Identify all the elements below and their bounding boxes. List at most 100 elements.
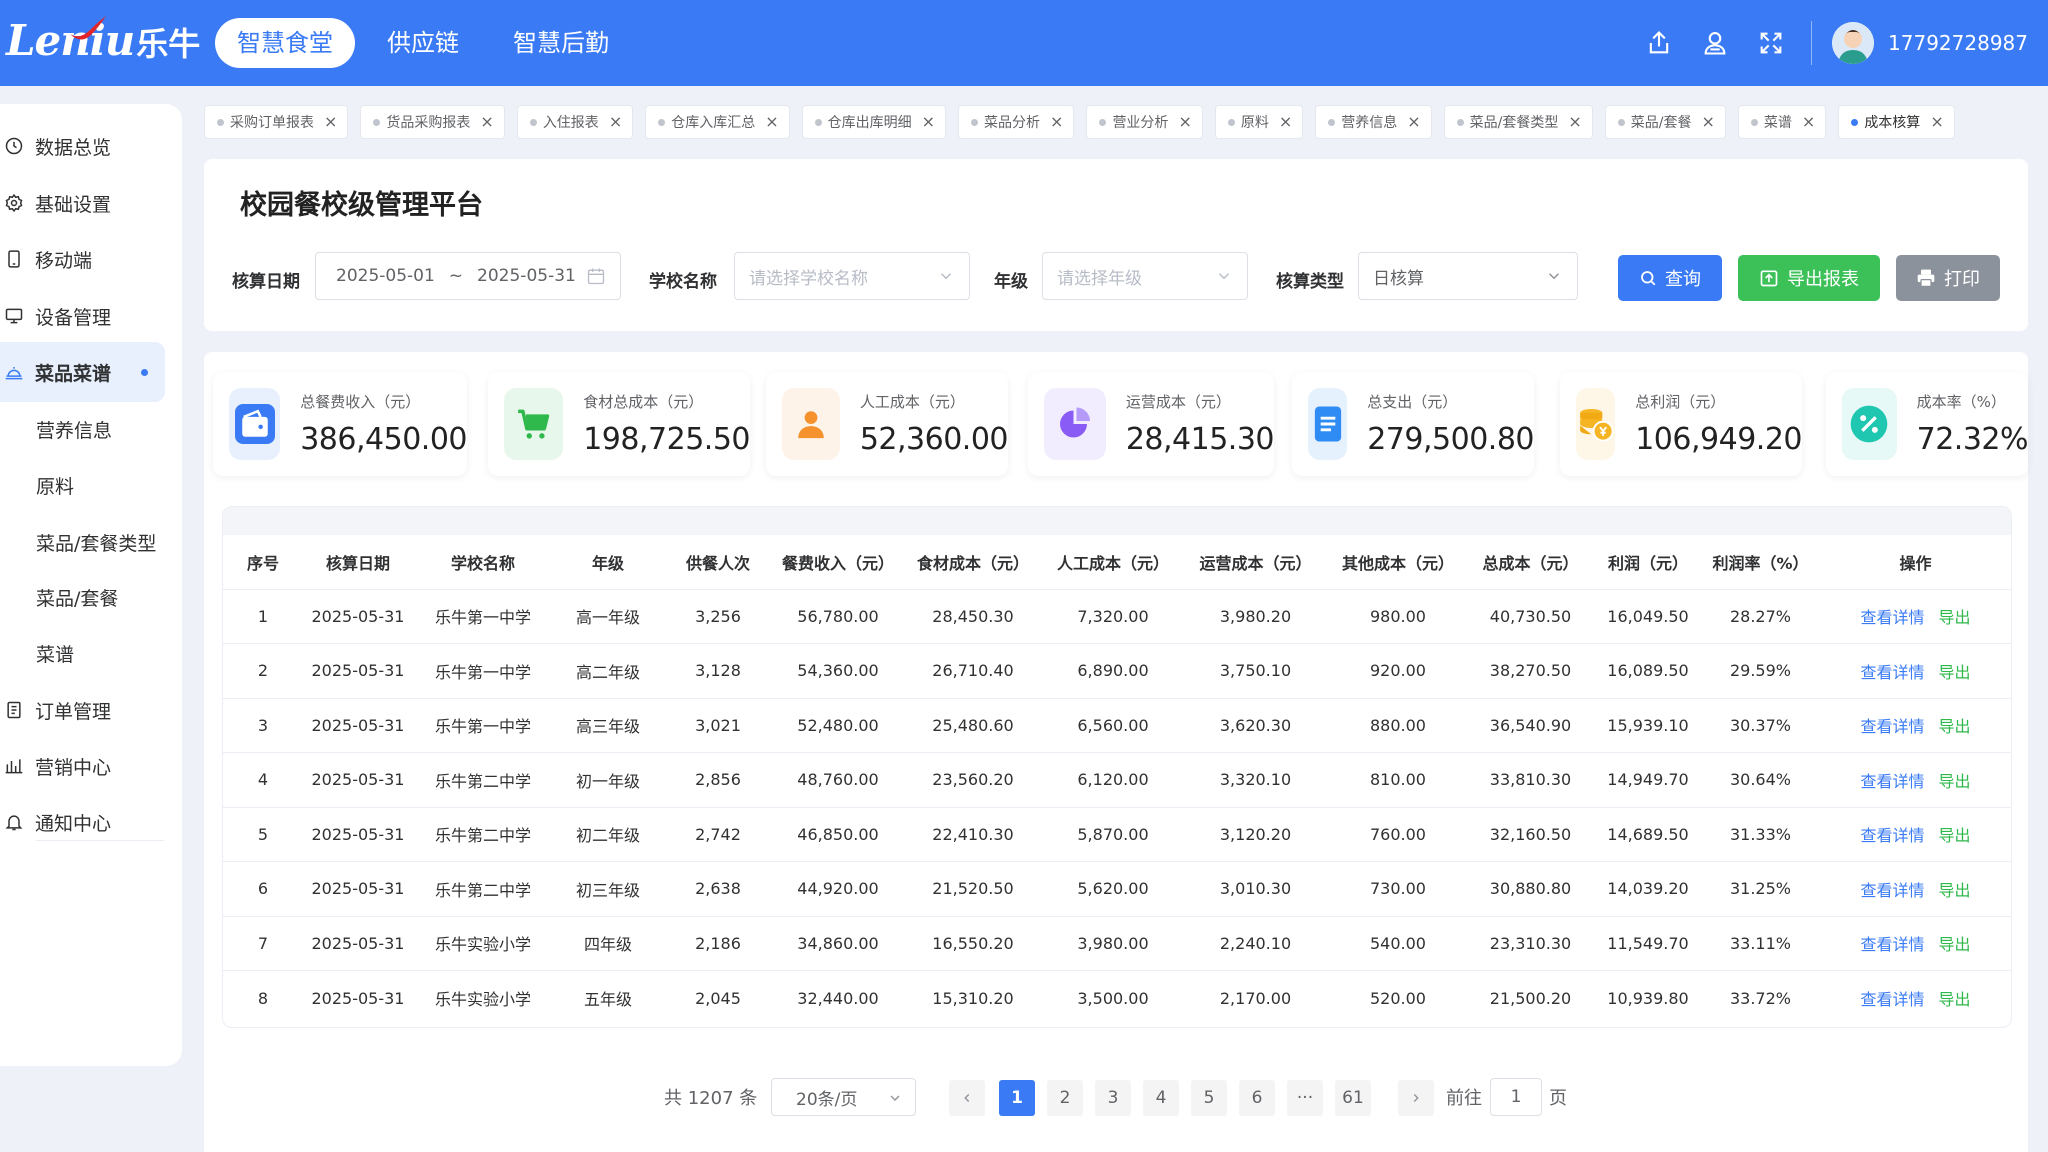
export-report-button[interactable]: 导出报表 — [1738, 255, 1880, 301]
close-icon[interactable]: × — [1050, 114, 1063, 130]
tab-item[interactable]: 仓库入库汇总 × — [645, 105, 790, 139]
goto-unit: 页 — [1549, 1088, 1567, 1109]
sidebar-item[interactable]: 通知中心 — [0, 792, 182, 852]
sidebar-item[interactable]: 移动端 — [0, 229, 182, 289]
view-detail-link[interactable]: 查看详情 — [1860, 663, 1924, 682]
sidebar-item[interactable]: 设备管理 — [0, 286, 182, 346]
school-select[interactable]: 请选择学校名称 — [734, 252, 970, 300]
close-icon[interactable]: × — [1930, 114, 1943, 130]
user-icon[interactable] — [1687, 15, 1743, 71]
export-row-link[interactable]: 导出 — [1939, 826, 1971, 845]
page-number-button[interactable]: 6 — [1239, 1080, 1275, 1116]
export-row-link[interactable]: 导出 — [1939, 772, 1971, 791]
close-icon[interactable]: × — [1407, 114, 1420, 130]
goto-label: 前往 — [1446, 1088, 1482, 1109]
table-cell: 2025-05-31 — [303, 861, 413, 917]
pagination: 共 1207 条 20条/页 1 2 3 4 5 6 ··· 61 前往 1 页 — [204, 1076, 2028, 1118]
sidebar-item[interactable]: 菜谱 — [0, 623, 182, 683]
date-start[interactable]: 2025-05-01 — [336, 266, 435, 286]
page-number-button[interactable]: 2 — [1047, 1080, 1083, 1116]
fullscreen-icon[interactable] — [1743, 15, 1799, 71]
view-detail-link[interactable]: 查看详情 — [1860, 990, 1924, 1009]
topnav-item[interactable]: 供应链 — [365, 18, 481, 68]
tab-item[interactable]: 仓库出库明细 × — [801, 105, 947, 139]
sidebar-item[interactable]: 菜品菜谱 — [0, 342, 165, 402]
close-icon[interactable]: × — [922, 114, 935, 130]
avatar[interactable] — [1832, 22, 1875, 64]
sidebar-item[interactable]: 菜品/套餐类型 — [0, 512, 182, 572]
export-row-link[interactable]: 导出 — [1939, 881, 1971, 900]
sidebar-item[interactable]: 数据总览 — [0, 116, 182, 176]
table-cell: 31.33% — [1703, 807, 1818, 862]
view-detail-link[interactable]: 查看详情 — [1860, 608, 1924, 627]
topnav-item[interactable]: 智慧食堂 — [215, 18, 355, 68]
close-icon[interactable]: × — [765, 114, 778, 130]
tab-item[interactable]: 菜品/套餐类型 × — [1443, 105, 1593, 139]
sidebar-item[interactable]: 营养信息 — [0, 399, 182, 459]
tab-item[interactable]: 营养信息 × — [1315, 105, 1432, 139]
export-row-link[interactable]: 导出 — [1939, 717, 1971, 736]
view-detail-link[interactable]: 查看详情 — [1860, 717, 1924, 736]
close-icon[interactable]: × — [609, 114, 622, 130]
close-icon[interactable]: × — [1802, 114, 1815, 130]
type-select[interactable]: 日核算 — [1358, 252, 1578, 300]
table-cell: 2025-05-31 — [303, 589, 413, 644]
date-end[interactable]: 2025-05-31 — [477, 266, 576, 286]
view-detail-link[interactable]: 查看详情 — [1860, 935, 1924, 954]
page-size-select[interactable]: 20条/页 — [771, 1078, 916, 1116]
sidebar-item[interactable]: 营销中心 — [0, 736, 182, 796]
tab-item[interactable]: 营业分析 × — [1086, 105, 1203, 139]
export-row-link[interactable]: 导出 — [1939, 663, 1971, 682]
print-button[interactable]: 打印 — [1896, 255, 2000, 301]
tab-item[interactable]: 菜品分析 × — [958, 105, 1075, 139]
table-cell: 3,128 — [663, 643, 773, 699]
close-icon[interactable]: × — [324, 114, 337, 130]
table-body: 1 2025-05-31 乐牛第一中学 高一年级 3,256 56,780.00 28,45… — [223, 589, 2011, 1025]
close-icon[interactable]: × — [480, 114, 493, 130]
page-number-button[interactable]: 1 — [999, 1080, 1035, 1116]
page-number-button[interactable]: 4 — [1143, 1080, 1179, 1116]
view-detail-link[interactable]: 查看详情 — [1860, 772, 1924, 791]
next-page-button[interactable] — [1398, 1080, 1434, 1116]
tab-item[interactable]: 成本核算 × — [1838, 105, 1955, 139]
date-range-picker[interactable]: 2025-05-01 ~ 2025-05-31 — [315, 252, 621, 300]
brand-logo[interactable]: Leniu 乐牛 — [6, 16, 200, 76]
page-number-button[interactable]: 5 — [1191, 1080, 1227, 1116]
column-header: 食材成本（元） — [903, 535, 1043, 590]
close-icon[interactable]: × — [1279, 114, 1292, 130]
export-row-link[interactable]: 导出 — [1939, 608, 1971, 627]
tab-item[interactable]: 菜品/套餐 × — [1604, 105, 1726, 139]
tab-item[interactable]: 采购订单报表 × — [204, 105, 349, 139]
view-detail-link[interactable]: 查看详情 — [1860, 826, 1924, 845]
tab-item[interactable]: 货品采购报表 × — [360, 105, 505, 139]
query-button[interactable]: 查询 — [1618, 255, 1722, 301]
table-cell: 29.59% — [1703, 643, 1818, 699]
export-row-link[interactable]: 导出 — [1939, 935, 1971, 954]
table-row: 1 2025-05-31 乐牛第一中学 高一年级 3,256 56,780.00 28,45… — [223, 589, 2011, 644]
page-number-button[interactable]: 61 — [1335, 1080, 1371, 1116]
tab-item[interactable]: 原料 × — [1214, 105, 1304, 139]
grade-select[interactable]: 请选择年级 — [1042, 252, 1248, 300]
page-number-button[interactable]: 3 — [1095, 1080, 1131, 1116]
sidebar-item[interactable]: 原料 — [0, 455, 182, 515]
sidebar-item[interactable]: 基础设置 — [0, 173, 182, 233]
column-header: 年级 — [553, 535, 663, 590]
sidebar-item[interactable]: 订单管理 — [0, 680, 182, 740]
table-cell: 33.11% — [1703, 916, 1818, 971]
tab-item[interactable]: 菜谱 × — [1737, 105, 1827, 139]
sidebar-item[interactable]: 菜品/套餐 — [0, 567, 182, 627]
export-row-link[interactable]: 导出 — [1939, 990, 1971, 1009]
close-icon[interactable]: × — [1568, 114, 1581, 130]
page-ellipsis[interactable]: ··· — [1287, 1080, 1323, 1116]
share-icon[interactable] — [1631, 15, 1687, 71]
tab-item[interactable]: 入住报表 × — [516, 105, 634, 139]
stat-label: 人工成本（元） — [859, 393, 965, 411]
view-detail-link[interactable]: 查看详情 — [1860, 881, 1924, 900]
prev-page-button[interactable] — [949, 1080, 985, 1116]
close-icon[interactable]: × — [1178, 114, 1191, 130]
close-icon[interactable]: × — [1702, 114, 1715, 130]
goto-page-input[interactable]: 1 — [1490, 1078, 1542, 1116]
tab-label: 菜品/套餐 — [1630, 115, 1692, 131]
username[interactable]: 17792728987 — [1888, 31, 2028, 55]
topnav-item[interactable]: 智慧后勤 — [491, 18, 631, 68]
